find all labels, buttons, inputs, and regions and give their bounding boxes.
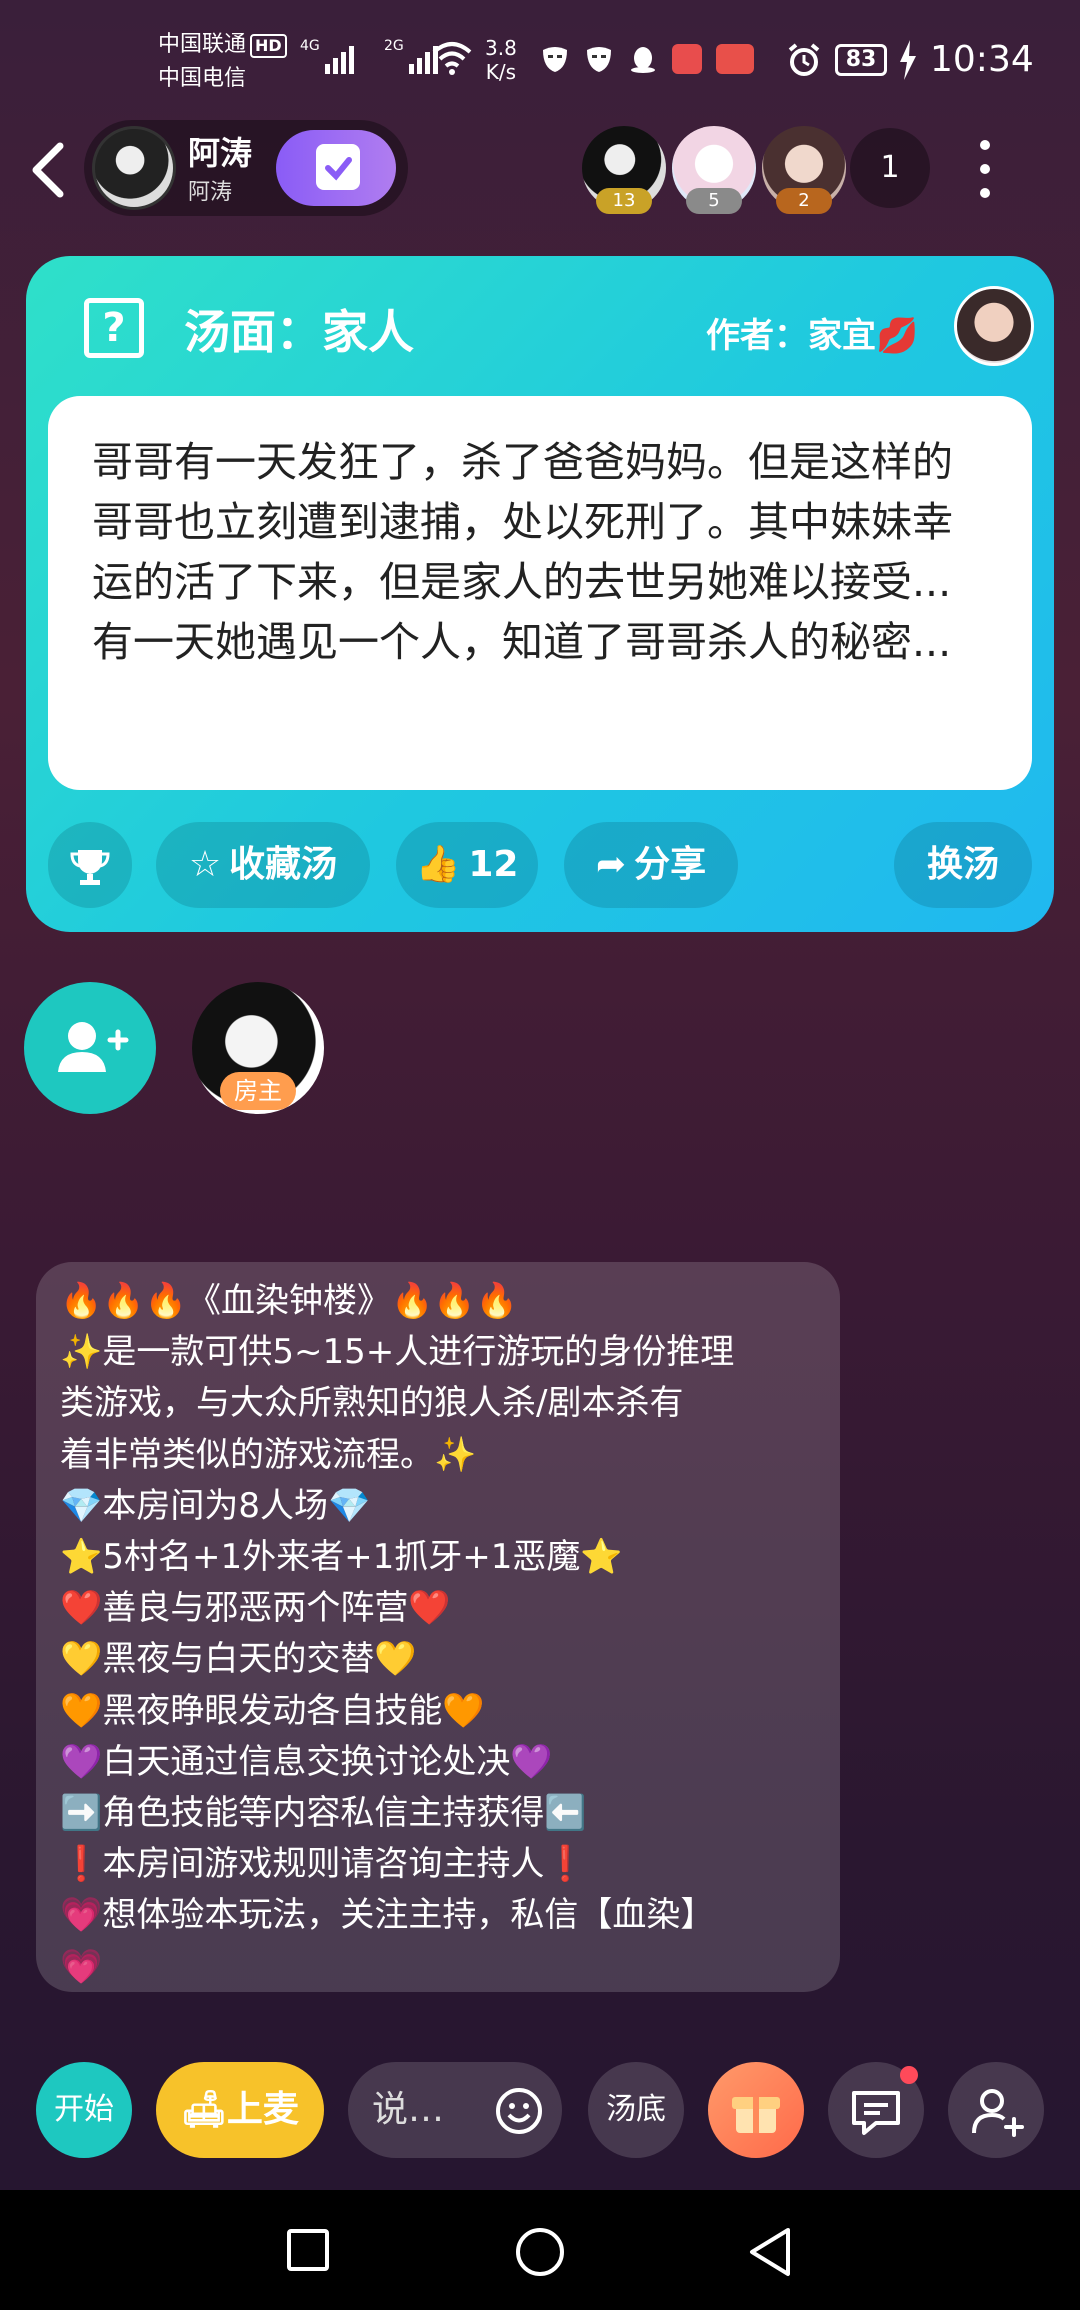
clock: 10:34 — [930, 39, 1034, 80]
host-name: 阿涛 — [188, 134, 253, 172]
sofa-icon: 🛋 — [181, 2089, 227, 2130]
start-game-button[interactable]: 开始 — [36, 2062, 132, 2158]
soup-story: 哥哥有一天发狂了，杀了爸爸妈妈。但是这样的哥哥也立刻遭到逮捕，处以死刑了。其中妹… — [48, 396, 1032, 790]
invite-friend-button[interactable] — [948, 2062, 1044, 2158]
notice-line: 着非常类似的游戏流程。✨ — [60, 1434, 477, 1475]
collect-button[interactable]: ☆ 收藏汤 — [156, 822, 370, 908]
wifi-icon — [432, 42, 472, 75]
notice-line: 💗 — [60, 1946, 103, 1987]
soup-author: 作者：家宜💋 — [706, 316, 919, 356]
room-notice: 🔥🔥🔥《血染钟楼》🔥🔥🔥 ✨是一款可供5~15+人进行游玩的身份推理 类游戏，与… — [36, 1262, 840, 1992]
audience-badge: 2 — [776, 188, 832, 214]
owner-tag: 房主 — [220, 1072, 296, 1110]
host-avatar[interactable] — [92, 126, 176, 210]
messages-button[interactable] — [828, 2062, 924, 2158]
back-nav-icon[interactable] — [746, 2226, 794, 2278]
unread-dot — [900, 2066, 918, 2084]
gift-icon — [732, 2096, 780, 2133]
book-app-icon — [672, 44, 702, 74]
audience-avatar-3[interactable]: 2 — [762, 126, 846, 214]
notice-line: ➡️角色技能等内容私信主持获得⬅️ — [60, 1793, 587, 1834]
system-nav-bar — [0, 2190, 1080, 2310]
notice-line: 💎本房间为8人场💎 — [60, 1485, 371, 1526]
audience-badge: 13 — [596, 188, 652, 214]
emoji-icon[interactable] — [494, 2086, 544, 2136]
share-arrow-icon: ➦ — [595, 844, 627, 885]
mask-app-icon — [543, 47, 567, 72]
notice-line: 🧡黑夜睁眼发动各自技能🧡 — [60, 1690, 485, 1731]
trophy-button[interactable] — [48, 822, 132, 908]
trophy-icon — [70, 850, 110, 885]
soup-card: ? 汤面：家人 作者：家宜💋 哥哥有一天发狂了，杀了爸爸妈妈。但是这样的哥哥也立… — [26, 256, 1054, 932]
audience-avatar-2[interactable]: 5 — [672, 126, 756, 214]
add-user-icon — [58, 1022, 129, 1072]
hd-badge: HD — [250, 34, 287, 58]
like-button[interactable]: 👍 12 — [396, 822, 538, 908]
author-avatar[interactable] — [954, 286, 1034, 366]
alarm-icon — [788, 43, 820, 76]
soup-answer-button[interactable]: 汤底 — [588, 2062, 684, 2158]
huawei-app-icon — [716, 44, 754, 74]
back-arrow-icon[interactable] — [28, 142, 68, 198]
audience-badge: 5 — [686, 188, 742, 214]
invite-mic-button[interactable] — [24, 982, 156, 1114]
signal-2g-icon: 2G — [384, 38, 438, 74]
change-soup-button[interactable]: 换汤 — [894, 822, 1032, 908]
notice-line: 💗想体验本玩法，关注主持，私信【血染】 — [60, 1895, 715, 1936]
host-info-pill[interactable]: 阿涛 阿涛 — [84, 120, 408, 216]
net-speed: 3.8 K/s — [485, 36, 517, 84]
message-icon — [852, 2090, 900, 2135]
question-icon: ? — [84, 298, 144, 358]
battery-icon: 83 — [835, 44, 887, 76]
notice-line: 类游戏，与大众所熟知的狼人杀/剧本杀有 — [60, 1383, 684, 1424]
soup-title: 汤面：家人 — [184, 305, 414, 359]
chat-input-placeholder: 说… — [372, 2089, 445, 2130]
notice-line: ⭐5村名+1外来者+1抓牙+1恶魔⭐ — [60, 1537, 623, 1578]
notice-line: ❤️善良与邪恶两个阵营❤️ — [60, 1588, 451, 1629]
mask-app-icon-2 — [587, 47, 611, 72]
checkin-icon — [316, 144, 360, 190]
signal-4g-icon: 4G — [300, 38, 354, 74]
online-count-button[interactable]: 1 — [850, 128, 930, 208]
checkin-button[interactable] — [276, 130, 396, 206]
thumbs-up-icon: 👍 — [415, 844, 461, 885]
audience-avatar-1[interactable]: 13 — [582, 126, 666, 214]
notice-line: ❗本房间游戏规则请咨询主持人❗ — [60, 1844, 587, 1885]
add-friend-icon — [972, 2088, 1024, 2137]
more-menu-icon[interactable] — [980, 140, 992, 200]
star-icon: ☆ — [188, 844, 222, 885]
home-icon[interactable] — [514, 2226, 566, 2278]
gift-button[interactable] — [708, 2062, 804, 2158]
carrier-2: 中国电信 — [158, 66, 247, 91]
mic-up-button[interactable]: 🛋上麦 — [156, 2062, 324, 2158]
host-id: 阿涛 — [188, 180, 233, 205]
chat-input[interactable]: 说… — [348, 2062, 562, 2158]
qq-icon — [631, 47, 655, 73]
notice-line: 💛黑夜与白天的交替💛 — [60, 1639, 417, 1680]
notice-line: 💜白天通过信息交换讨论处决💜 — [60, 1741, 553, 1782]
recent-apps-icon[interactable] — [286, 2228, 330, 2272]
share-button[interactable]: ➦ 分享 — [564, 822, 738, 908]
status-bar: 中国联通 HD 中国电信 4G 2G 3.8 K/s 83 10:34 — [0, 0, 1080, 120]
charging-icon — [900, 40, 916, 80]
notice-line: 🔥🔥🔥《血染钟楼》🔥🔥🔥 — [60, 1281, 519, 1321]
bottom-action-bar: 开始 🛋上麦 说… 汤底 — [0, 2060, 1080, 2160]
carrier-1: 中国联通 — [158, 32, 247, 57]
room-header: 阿涛 阿涛 13 5 2 1 — [0, 120, 1080, 220]
carrier-info: 中国联通 HD 中国电信 — [158, 28, 287, 96]
notice-line: ✨是一款可供5~15+人进行游玩的身份推理 — [60, 1332, 735, 1373]
